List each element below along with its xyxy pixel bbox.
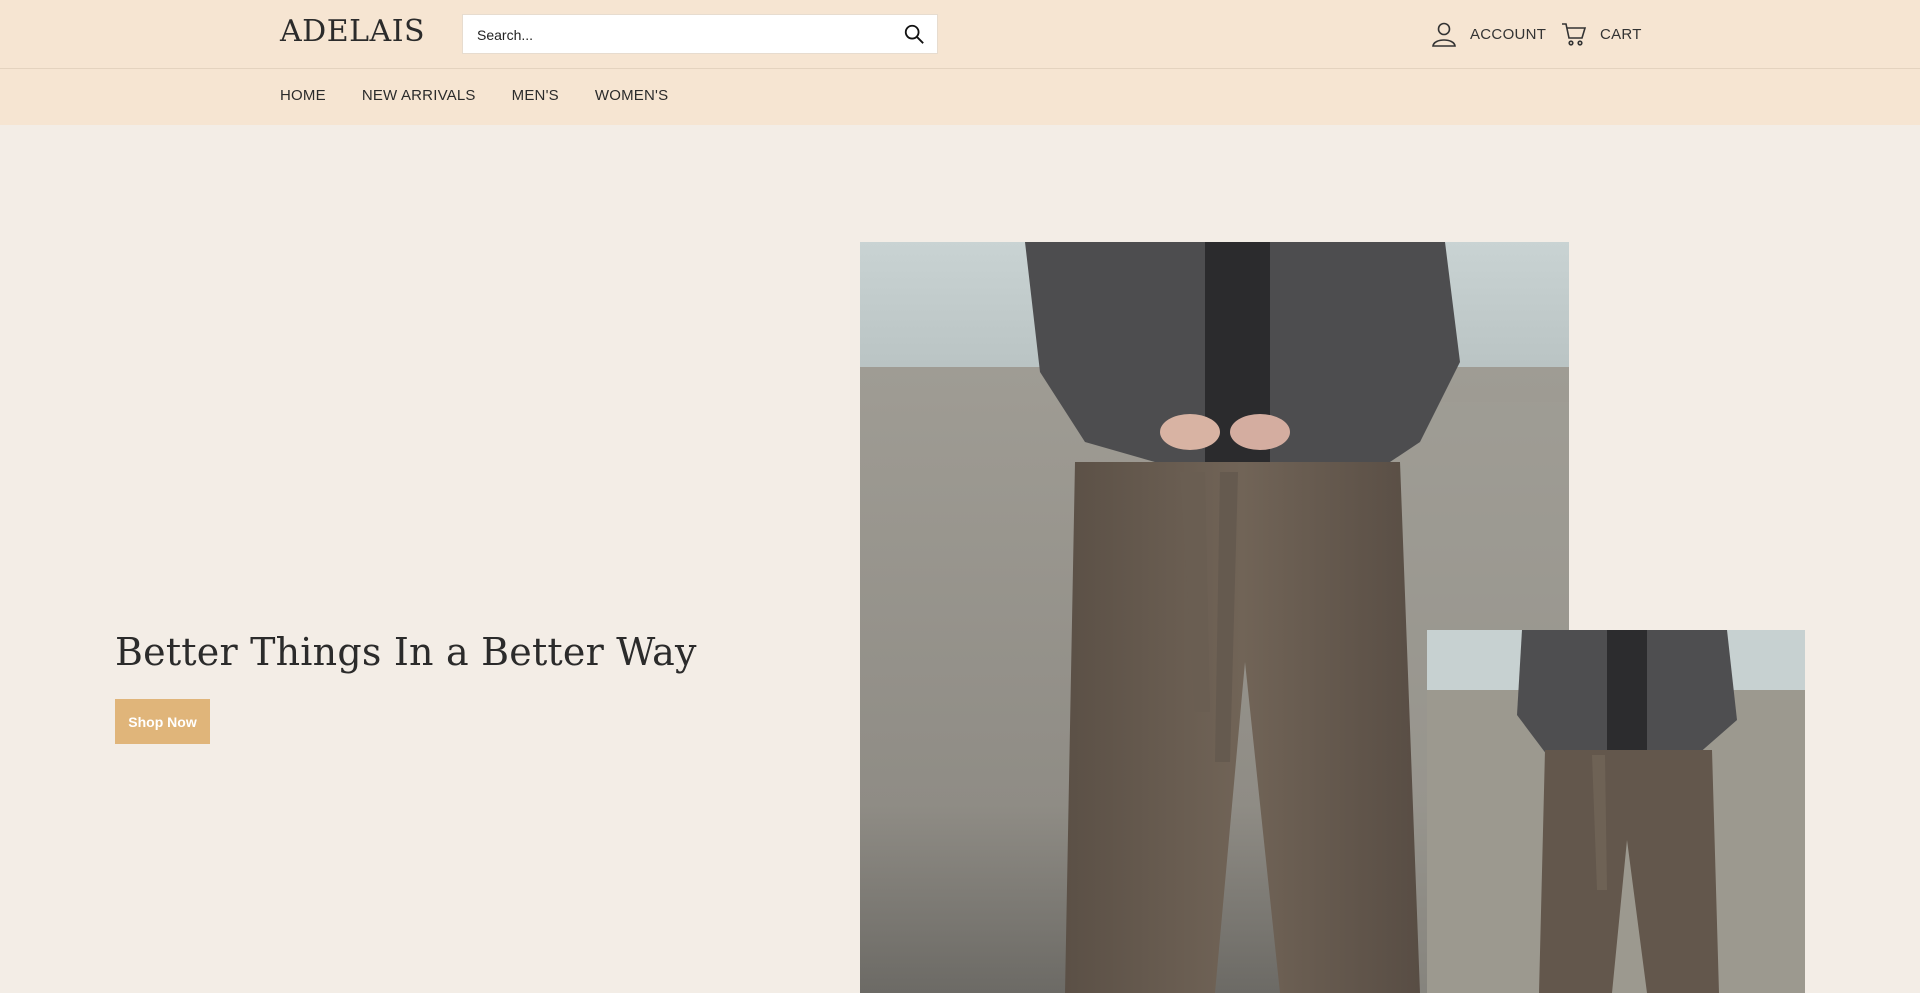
main-navigation: HOME NEW ARRIVALS MEN'S WOMEN'S <box>0 69 1920 125</box>
account-label: ACCOUNT <box>1470 25 1547 43</box>
search-icon[interactable] <box>903 23 925 45</box>
cart-label: CART <box>1600 25 1642 43</box>
search-input[interactable] <box>475 15 879 55</box>
hero-title: Better Things In a Better Way <box>115 630 697 674</box>
secondary-product-image <box>1427 630 1805 993</box>
shop-now-button[interactable]: Shop Now <box>115 699 210 744</box>
cart-link[interactable]: CART <box>1560 20 1642 48</box>
nav-new-arrivals[interactable]: NEW ARRIVALS <box>362 87 476 104</box>
search-bar <box>462 14 938 55</box>
nav-mens[interactable]: MEN'S <box>512 87 559 104</box>
cart-icon <box>1562 23 1587 46</box>
top-header: ADELAIS ACCOUNT CART <box>0 0 1920 69</box>
nav-home[interactable]: HOME <box>280 87 326 104</box>
store-logo[interactable]: ADELAIS <box>280 14 425 49</box>
account-link[interactable]: ACCOUNT <box>1430 20 1546 48</box>
nav-womens[interactable]: WOMEN'S <box>595 87 668 104</box>
user-icon <box>1432 22 1456 47</box>
